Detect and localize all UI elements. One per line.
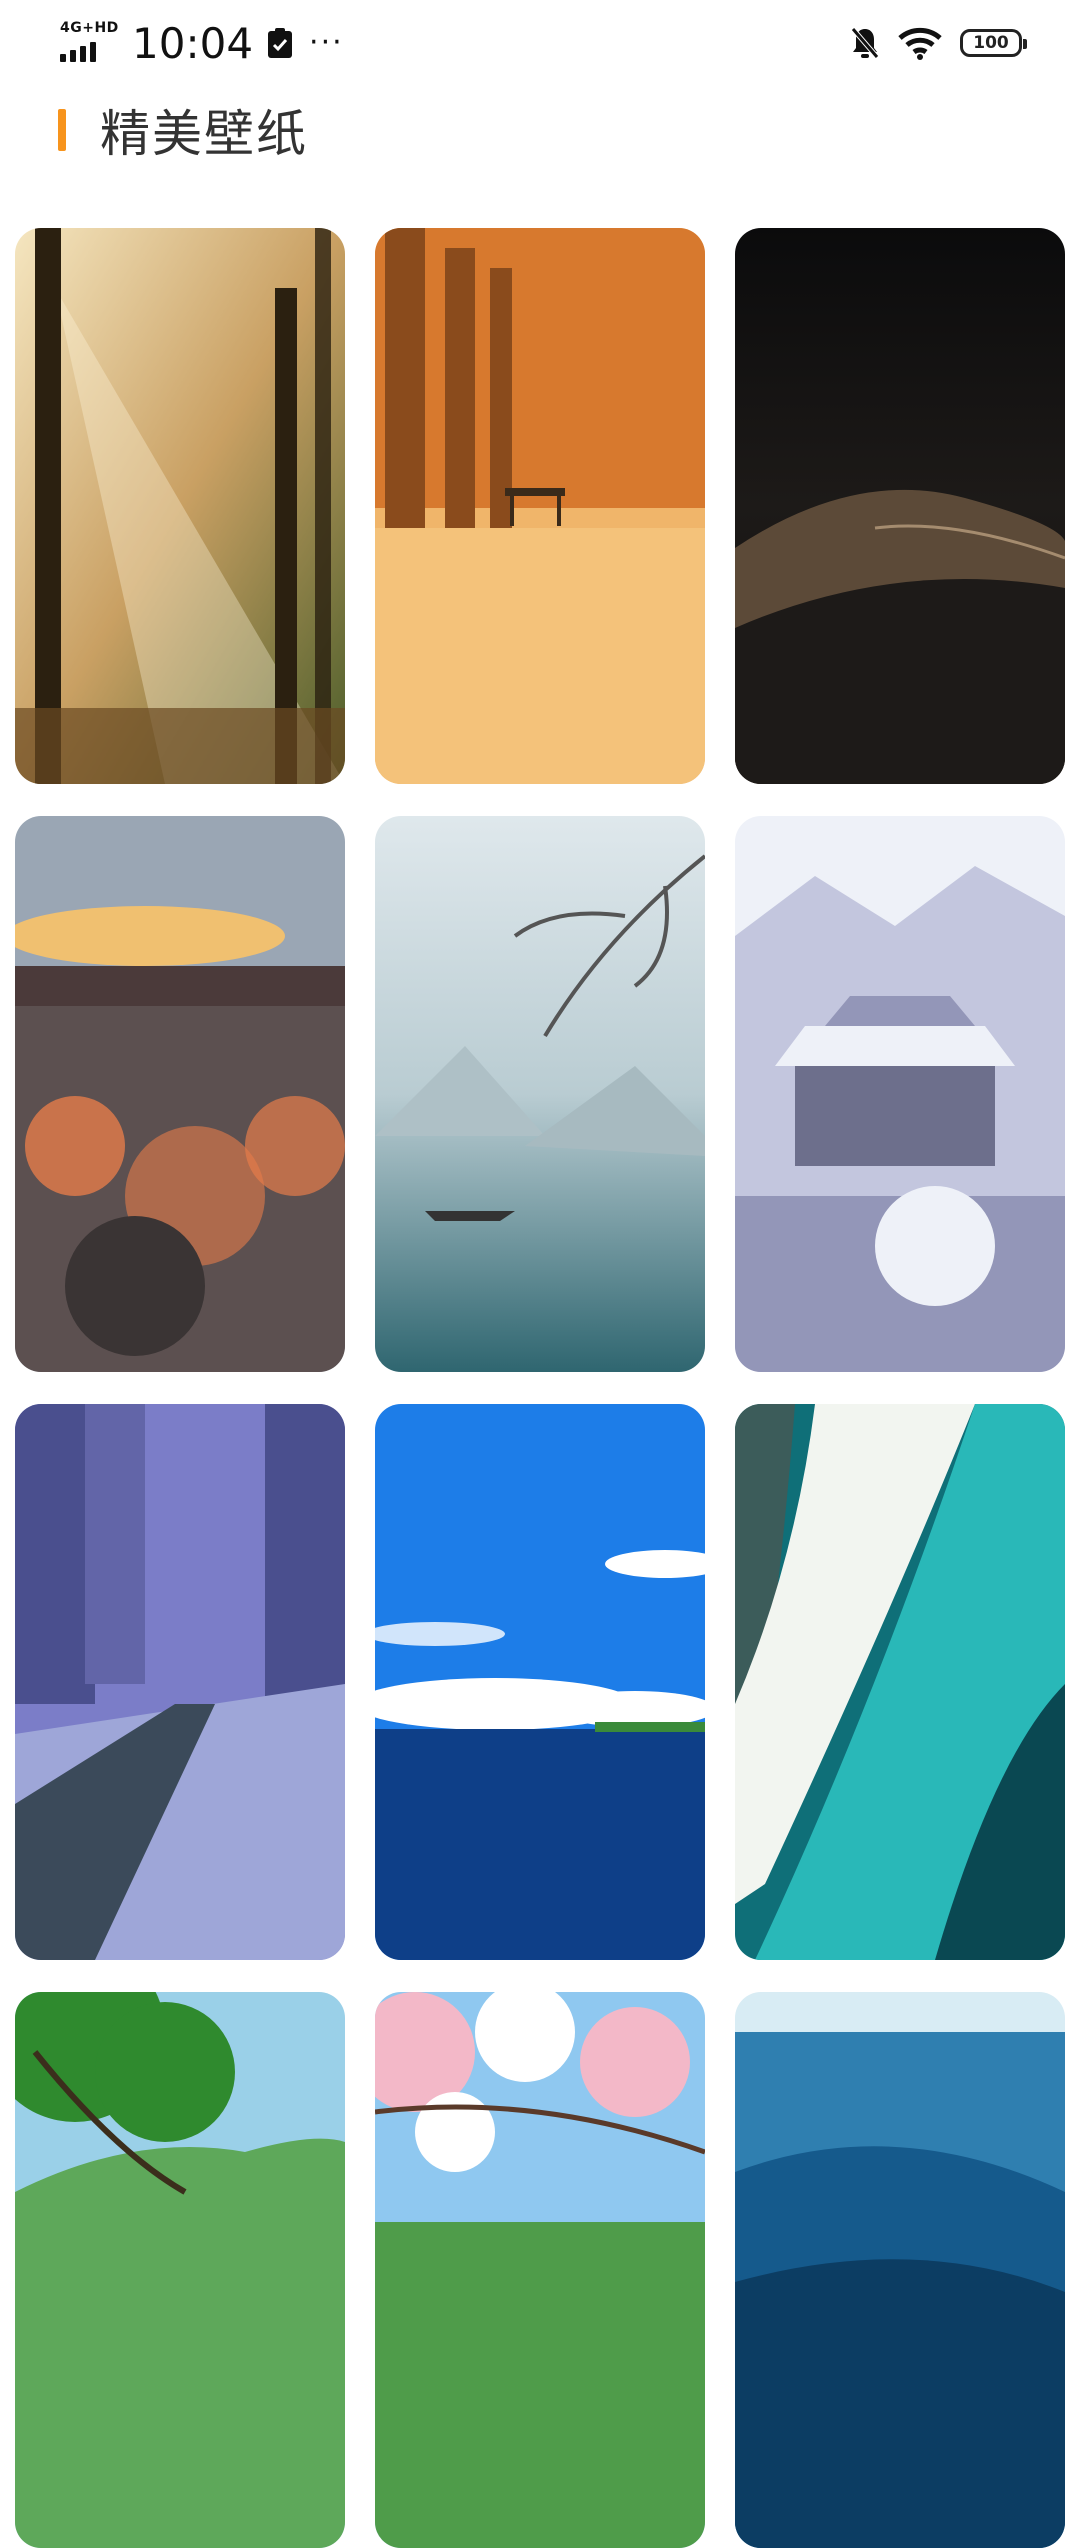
wallpaper-thumbnail[interactable]: [375, 1992, 705, 2548]
wallpaper-thumbnail[interactable]: [375, 228, 705, 784]
page-header: 精美壁纸: [58, 100, 308, 163]
wallpaper-thumbnail[interactable]: [735, 1404, 1065, 1960]
wallpaper-image-snowy-temple: [735, 816, 1065, 1372]
wallpaper-image-cherry-blossom-sky: [375, 1992, 705, 2548]
wifi-icon: [898, 27, 942, 60]
wallpaper-image-turquoise-wave: [735, 1404, 1065, 1960]
wallpaper-image-dark-desert-dune: [735, 228, 1065, 784]
battery-level: 100: [973, 33, 1009, 53]
wallpaper-thumbnail[interactable]: [15, 816, 345, 1372]
bell-muted-icon: [851, 27, 879, 59]
wallpaper-thumbnail[interactable]: [735, 228, 1065, 784]
network-type-label: 4G+HD: [60, 20, 119, 36]
title-accent-bar: [58, 109, 66, 151]
wallpaper-image-deep-ocean-waves: [735, 1992, 1065, 2548]
wallpaper-thumbnail[interactable]: [15, 1992, 345, 2548]
status-bar: 4G+HD 10:04 ··· 100: [0, 0, 1080, 90]
wallpaper-image-anime-city-street: [15, 1404, 345, 1960]
wallpaper-image-forest-sunbeams: [15, 228, 345, 784]
clipboard-check-icon: [268, 28, 293, 58]
wallpaper-image-blue-sky-ocean: [375, 1404, 705, 1960]
wallpaper-thumbnail[interactable]: [15, 228, 345, 784]
wallpaper-image-misty-lake-boat: [375, 816, 705, 1372]
wallpaper-thumbnail[interactable]: [735, 816, 1065, 1372]
cellular-signal-icon: 4G+HD: [58, 20, 118, 66]
wallpaper-thumbnail[interactable]: [735, 1992, 1065, 2548]
wallpaper-thumbnail[interactable]: [375, 816, 705, 1372]
wallpaper-thumbnail[interactable]: [375, 1404, 705, 1960]
clock-time: 10:04: [132, 18, 254, 68]
page-title: 精美壁纸: [100, 105, 308, 163]
wallpaper-image-sunset-clouds: [15, 816, 345, 1372]
battery-icon: 100: [960, 29, 1027, 57]
more-notifications-icon: ···: [309, 25, 344, 60]
wallpaper-image-green-tree-mountains: [15, 1992, 345, 2548]
wallpaper-grid: [15, 228, 1068, 2548]
wallpaper-image-autumn-avenue-bench: [375, 228, 705, 784]
wallpaper-thumbnail[interactable]: [15, 1404, 345, 1960]
